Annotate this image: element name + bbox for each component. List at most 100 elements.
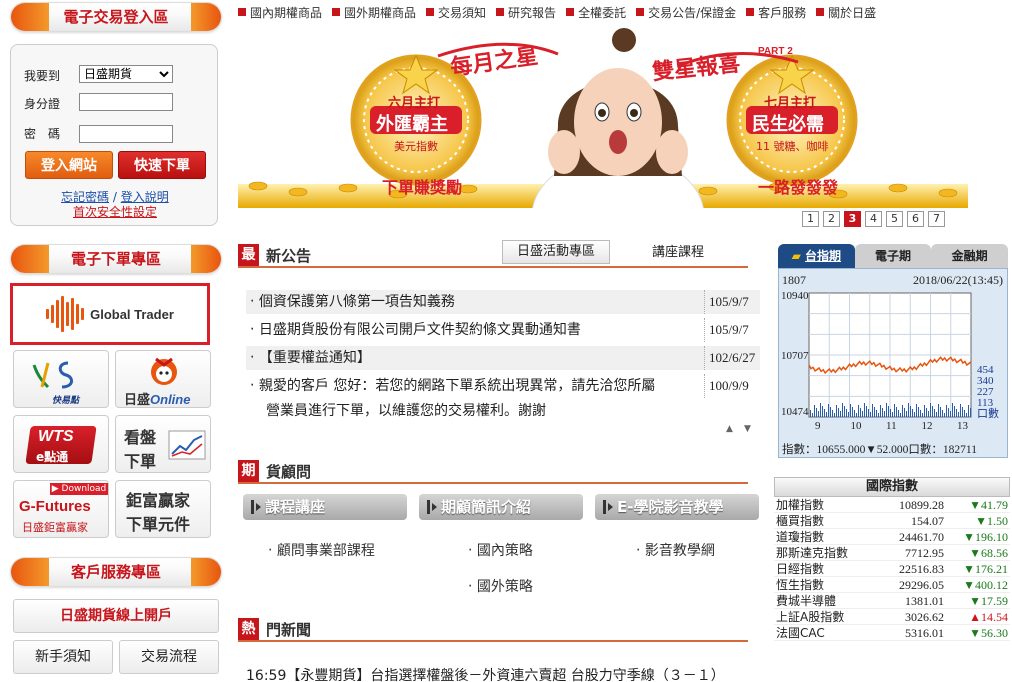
chart-code: 1807 bbox=[782, 273, 806, 287]
top-nav-item[interactable]: 交易公告/保證金 bbox=[636, 3, 736, 21]
top-nav-item[interactable]: 全權委託 bbox=[566, 3, 626, 21]
volume-bar bbox=[872, 404, 873, 417]
intl-index-row[interactable]: 恆生指數 29296.05 ▼400.12 bbox=[774, 577, 1010, 593]
intl-index-row[interactable]: 費城半導體 1381.01 ▼17.59 bbox=[774, 593, 1010, 609]
advisor-sub-foreign[interactable]: ‧ 國外策略 bbox=[468, 576, 533, 596]
intl-index-row[interactable]: 加權指數 10899.28 ▼41.79 bbox=[774, 497, 1010, 513]
hts-tile[interactable]: 快易點 bbox=[13, 350, 109, 408]
x-tick-label: 9 bbox=[815, 420, 821, 432]
course-button[interactable]: 課程講座 bbox=[243, 494, 407, 520]
wts-big-label: WTS bbox=[38, 428, 74, 445]
intl-index-row[interactable]: 那斯達克指數 7712.95 ▼68.56 bbox=[774, 545, 1010, 561]
pager-item[interactable]: 1 bbox=[802, 211, 819, 227]
id-input[interactable] bbox=[79, 93, 173, 111]
tab-finance-futures[interactable]: 金融期 bbox=[931, 244, 1009, 268]
x-tick-label: 13 bbox=[957, 420, 969, 432]
online-account-button[interactable]: 日盛期貨線上開戶 bbox=[13, 599, 219, 633]
advisor-sub-domestic[interactable]: ‧ 國內策略 bbox=[468, 540, 533, 560]
scroll-up-icon[interactable]: ▲ bbox=[726, 424, 733, 434]
announce-item[interactable]: ‧ 日盛期貨股份有限公司開戶文件契約條文異動通知書 105/9/7 bbox=[246, 318, 760, 342]
x-tick-label: 10 bbox=[851, 420, 863, 432]
index-value: 29296.05 bbox=[899, 578, 944, 592]
hotnews-header-square: 熱 bbox=[238, 618, 259, 640]
first-security-link[interactable]: 首次安全性設定 bbox=[73, 203, 157, 220]
top-nav-item[interactable]: 國外期權商品 bbox=[332, 3, 416, 21]
index-name: 加權指數 bbox=[776, 498, 825, 512]
global-trader-tile[interactable]: Global Trader bbox=[10, 283, 210, 345]
link-separator: / bbox=[112, 190, 117, 204]
promo-banner[interactable]: 每月之星 雙星報喜 PART 2 六月主打 外匯霸主 美元指數 下單賺獎勵 七月… bbox=[238, 26, 968, 208]
index-change: ▲14.54 bbox=[969, 610, 1008, 624]
tab-activity[interactable]: 日盛活動專區 bbox=[502, 240, 610, 264]
index-name: 道瓊指數 bbox=[776, 530, 825, 544]
banner-art bbox=[238, 28, 968, 208]
intl-index-row[interactable]: 日經指數 22516.83 ▼176.21 bbox=[774, 561, 1010, 577]
top-nav-item[interactable]: 關於日盛 bbox=[816, 3, 876, 21]
advisor-sub-video[interactable]: ‧ 影音教學網 bbox=[636, 540, 715, 560]
tab-electronic-futures[interactable]: 電子期 bbox=[854, 244, 932, 268]
sms-intro-button[interactable]: 期顧簡訊介紹 bbox=[419, 494, 583, 520]
intl-index-row[interactable]: 道瓊指數 24461.70 ▼196.10 bbox=[774, 529, 1010, 545]
online-tile[interactable]: 日盛Online bbox=[115, 350, 211, 408]
chart-order-tile[interactable]: 看盤 下單 bbox=[115, 415, 211, 473]
pager-item[interactable]: 3 bbox=[844, 211, 861, 227]
e-academy-button[interactable]: E-學院影音教學 bbox=[595, 494, 759, 520]
y-tick-label: 10707 bbox=[781, 350, 809, 362]
pager-item[interactable]: 4 bbox=[865, 211, 882, 227]
announce-date: 102/6/27 bbox=[704, 346, 760, 370]
top-nav-item[interactable]: 研究報告 bbox=[496, 3, 556, 21]
volume-bar bbox=[832, 410, 833, 417]
index-name: 上証A股指數 bbox=[776, 610, 845, 624]
pager-item[interactable]: 6 bbox=[907, 211, 924, 227]
g-futures-tile[interactable]: ▶ Download G-Futures 日盛鉅富贏家 bbox=[13, 480, 109, 538]
volume-bar bbox=[950, 411, 951, 417]
hotnews-item[interactable]: 16:59【永豐期貨】台指選擇權盤後－外資連六賣超 台股力守季線（３－１） bbox=[246, 665, 756, 682]
jufu-component-tile[interactable]: 鉅富贏家 下單元件 bbox=[115, 480, 211, 538]
wts-tile[interactable]: WTS e點通 bbox=[13, 415, 109, 473]
scroll-down-icon[interactable]: ▼ bbox=[744, 424, 751, 434]
volume-bar bbox=[942, 410, 943, 417]
volume-bar bbox=[968, 405, 969, 417]
newbie-guide-button[interactable]: 新手須知 bbox=[13, 640, 113, 674]
nav-bullet-icon bbox=[746, 8, 755, 16]
pager-item[interactable]: 5 bbox=[886, 211, 903, 227]
volume-bar bbox=[862, 411, 863, 417]
volume-bar bbox=[928, 411, 929, 417]
password-input[interactable] bbox=[79, 125, 173, 143]
top-nav-item[interactable]: 客戶服務 bbox=[746, 3, 806, 21]
global-trader-logo-icon bbox=[46, 296, 85, 332]
announce-item[interactable]: ‧ 個資保護第八條第一項告知義務 105/9/7 bbox=[246, 290, 760, 314]
index-change: ▼400.12 bbox=[963, 578, 1008, 592]
announce-item[interactable]: ‧ 【重要權益通知】 102/6/27 bbox=[246, 346, 760, 370]
announce-item[interactable]: ‧ 親愛的客戶 您好：若您的網路下單系統出現異常，請先洽您所屬 100/9/9 bbox=[246, 374, 760, 398]
pager-item[interactable]: 2 bbox=[823, 211, 840, 227]
nav-bullet-icon bbox=[238, 8, 246, 16]
forgot-password-link[interactable]: 忘記密碼 bbox=[61, 190, 109, 204]
volume-bar bbox=[910, 406, 911, 417]
tab-taiex-futures[interactable]: ▰ 台指期 bbox=[778, 244, 855, 268]
volume-unit-label: 口數 bbox=[977, 407, 999, 420]
trade-process-button[interactable]: 交易流程 bbox=[119, 640, 219, 674]
intl-index-row[interactable]: 櫃買指數 154.07 ▼1.50 bbox=[774, 513, 1010, 529]
intl-index-row[interactable]: 法國CAC 5316.01 ▼56.30 bbox=[774, 625, 1010, 641]
volume-bar bbox=[908, 403, 909, 417]
volume-bar bbox=[870, 412, 871, 417]
destination-select[interactable]: 日盛期貨 bbox=[79, 65, 173, 83]
volume-bar bbox=[864, 403, 865, 417]
volume-bar bbox=[926, 408, 927, 417]
index-name: 那斯達克指數 bbox=[776, 546, 849, 560]
tab-course[interactable]: 講座課程 bbox=[630, 242, 726, 266]
pager-item[interactable]: 7 bbox=[928, 211, 945, 227]
quick-order-button[interactable]: 快速下單 bbox=[118, 151, 206, 179]
intl-index-row[interactable]: 上証A股指數 3026.62 ▲14.54 bbox=[774, 609, 1010, 625]
top-nav-item[interactable]: 交易須知 bbox=[426, 3, 486, 21]
index-value: 22516.83 bbox=[899, 562, 944, 576]
login-button[interactable]: 登入網站 bbox=[25, 151, 113, 179]
advisor-sub-consulting[interactable]: ‧ 顧問事業部課程 bbox=[268, 540, 375, 560]
volume-bar bbox=[868, 409, 869, 417]
volume-bar bbox=[846, 409, 847, 417]
announce-item4-line2: 營業員進行下單，以維護您的交易權利。謝謝 bbox=[266, 403, 546, 419]
top-nav-item[interactable]: 國內期權商品 bbox=[238, 3, 322, 21]
login-help-link[interactable]: 登入說明 bbox=[121, 190, 169, 204]
volume-bar bbox=[886, 403, 887, 417]
